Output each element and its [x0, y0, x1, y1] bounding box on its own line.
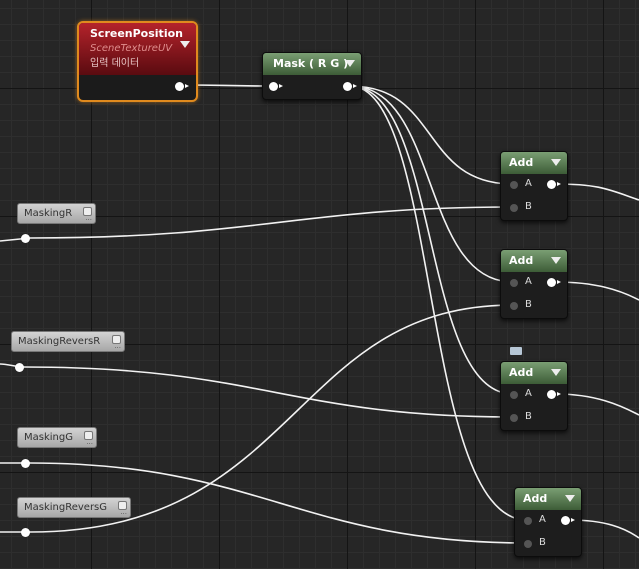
add-node-header: Add: [501, 362, 567, 384]
add-output-pin[interactable]: [561, 516, 575, 525]
parameter-output-pin[interactable]: [21, 528, 30, 537]
add-pin-a[interactable]: [524, 517, 532, 525]
add-pin-a[interactable]: [510, 279, 518, 287]
add-pin-b-label: B: [525, 201, 532, 212]
add-pin-a-label: A: [525, 178, 532, 189]
caret-down-icon[interactable]: [551, 257, 561, 264]
wire-mask-to-add3-a: [349, 85, 514, 395]
add-pin-b[interactable]: [524, 540, 532, 548]
mask-header: Mask ( R G ): [263, 53, 361, 75]
add-pin-b-label: B: [525, 411, 532, 422]
parameter-dots-icon: ...: [85, 214, 92, 222]
parameter-output-pin[interactable]: [21, 234, 30, 243]
parameter-dots-icon: ...: [86, 438, 93, 446]
screen-position-node[interactable]: ScreenPosition SceneTextureUV 입력 데이터: [77, 21, 198, 102]
add-pin-b-label: B: [539, 537, 546, 548]
add-pin-a[interactable]: [510, 391, 518, 399]
add-pin-b-label: B: [525, 299, 532, 310]
add-node-4[interactable]: Add A B: [514, 487, 582, 557]
add-pin-a-label: A: [539, 514, 546, 525]
add-node-header: Add: [515, 488, 581, 510]
parameter-node-masking-revers-r[interactable]: MaskingReversR ...: [11, 331, 125, 352]
parameter-label: MaskingReversG: [24, 502, 108, 513]
screen-position-subtitle-korean: 입력 데이터: [90, 58, 140, 69]
parameter-node-masking-r[interactable]: MaskingR ...: [17, 203, 96, 224]
parameter-label: MaskingG: [24, 432, 73, 443]
parameter-output-pin[interactable]: [15, 363, 24, 372]
mask-title: Mask ( R G ): [273, 57, 349, 70]
caret-down-icon[interactable]: [551, 369, 561, 376]
add-node-title: Add: [509, 156, 534, 169]
wire-maskingreversr-to-add3-b: [23, 366, 514, 418]
comment-bubble-icon[interactable]: [510, 347, 522, 355]
parameter-label: MaskingR: [24, 208, 73, 219]
mask-output-pin[interactable]: [343, 82, 357, 91]
add-pin-b[interactable]: [510, 302, 518, 310]
parameter-output-pin[interactable]: [21, 459, 30, 468]
mask-node[interactable]: Mask ( R G ): [262, 52, 362, 100]
add-node-3[interactable]: Add A B: [500, 361, 568, 431]
wire-add3-output: [555, 393, 639, 416]
add-node-2[interactable]: Add A B: [500, 249, 568, 319]
mask-input-pin[interactable]: [269, 82, 283, 91]
caret-down-icon[interactable]: [345, 60, 355, 67]
wire-maskingr-to-add1-b: [29, 206, 514, 239]
add-pin-b[interactable]: [510, 414, 518, 422]
wire-mask-to-add1-a: [349, 85, 514, 185]
add-pin-b[interactable]: [510, 204, 518, 212]
wire-mask-to-add2-a: [349, 85, 514, 283]
parameter-node-masking-revers-g[interactable]: MaskingReversG ...: [17, 497, 131, 518]
add-node-header: Add: [501, 152, 567, 174]
caret-down-icon[interactable]: [551, 159, 561, 166]
caret-down-icon[interactable]: [180, 41, 190, 48]
add-node-title: Add: [509, 254, 534, 267]
add-node-header: Add: [501, 250, 567, 272]
screen-position-output-pin[interactable]: [175, 82, 189, 91]
parameter-node-masking-g[interactable]: MaskingG ...: [17, 427, 97, 448]
parameter-dots-icon: ...: [120, 508, 127, 516]
add-node-title: Add: [509, 366, 534, 379]
add-output-pin[interactable]: [547, 278, 561, 287]
add-pin-a-label: A: [525, 388, 532, 399]
add-output-pin[interactable]: [547, 390, 561, 399]
add-node-1[interactable]: Add A B: [500, 151, 568, 221]
screen-position-title: ScreenPosition: [90, 27, 183, 40]
screen-position-header: ScreenPosition SceneTextureUV 입력 데이터: [79, 23, 196, 75]
caret-down-icon[interactable]: [565, 495, 575, 502]
add-node-title: Add: [523, 492, 548, 505]
add-output-pin[interactable]: [547, 180, 561, 189]
parameter-dots-icon: ...: [114, 342, 121, 350]
add-pin-a-label: A: [525, 276, 532, 287]
wire-add2-output: [555, 281, 639, 301]
parameter-label: MaskingReversR: [18, 336, 101, 347]
wire-add1-output: [555, 183, 639, 201]
add-pin-a[interactable]: [510, 181, 518, 189]
